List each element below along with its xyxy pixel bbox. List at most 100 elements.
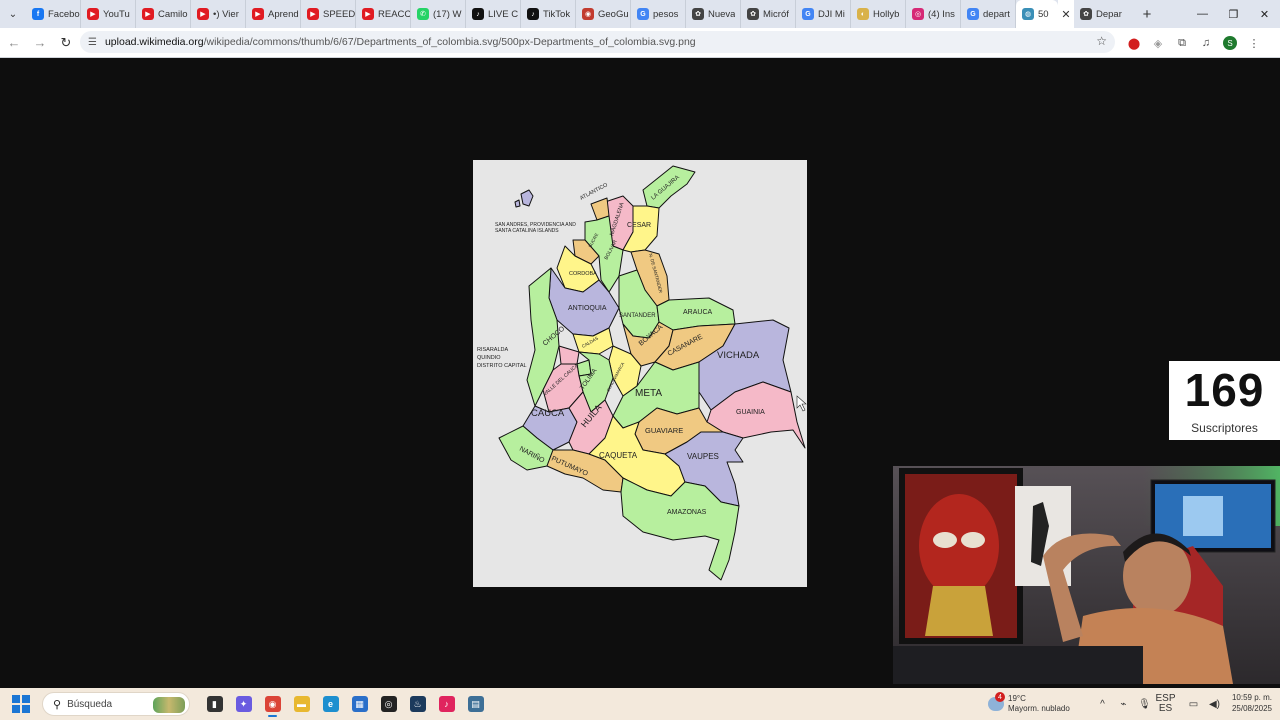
search-highlight-image	[153, 697, 185, 713]
tab[interactable]: ✿ Nueva	[686, 0, 741, 28]
taskbar-app-edge[interactable]: e	[316, 690, 345, 718]
extension-icon[interactable]: ◈	[1146, 32, 1170, 54]
clock-date: 25/08/2025	[1231, 704, 1272, 713]
tab-favicon-icon: ♪	[527, 8, 539, 20]
tab[interactable]: Gdepart	[961, 0, 1016, 28]
taskbar-apps: ▮ ✦ ◉ ▬ e ▦ ◎ ♨ ♪ ▤	[200, 690, 490, 718]
tab[interactable]: Gpesos	[631, 0, 686, 28]
address-bar[interactable]: ☰ upload.wikimedia.org/wikipedia/commons…	[80, 31, 1115, 53]
label-cauca: CAUCA	[531, 408, 565, 419]
profile-avatar[interactable]: S	[1223, 36, 1237, 50]
menu-kebab-icon[interactable]: ⋮	[1242, 32, 1266, 54]
tab-favicon-icon: G	[967, 8, 979, 20]
tab-active[interactable]: ◍ 50	[1016, 0, 1058, 28]
url-text[interactable]: upload.wikimedia.org/wikipedia/commons/t…	[105, 36, 696, 48]
language-indicator[interactable]: ESP ES	[1155, 694, 1183, 714]
tab[interactable]: G DJI Mi	[796, 0, 851, 28]
tray-overflow-icon[interactable]: ^	[1092, 699, 1113, 710]
tab-favicon-icon: G	[802, 8, 814, 20]
subscriber-count: 169	[1184, 364, 1265, 416]
clock[interactable]: 10:59 p. m. 25/08/2025	[1232, 692, 1272, 714]
tab[interactable]: ◐ Hollyb	[851, 0, 906, 28]
puzzle-icon[interactable]: ⧉	[1170, 32, 1194, 54]
close-window-icon[interactable]: ✕	[1249, 0, 1280, 28]
colombia-departments-map: ATLANTICO LA GUAJIRA MAGDALENA CESAR SAN…	[473, 160, 807, 587]
label-arauca: ARAUCA	[683, 309, 713, 316]
region-risaralda	[558, 345, 580, 365]
label-meta: META	[635, 388, 662, 399]
taskbar-app-chrome[interactable]: ◉	[258, 690, 287, 718]
tab[interactable]: ✿ Micróf	[741, 0, 796, 28]
tab-label: •) Vier	[213, 8, 239, 20]
extensions-area: ⬤ ◈ ⧉ ♫ S ⋮	[1122, 32, 1266, 54]
taskbar-app-copilot[interactable]: ✦	[229, 690, 258, 718]
tab[interactable]: ▶ •) Vier	[191, 0, 246, 28]
label-san-andres-2: SANTA CATALINA ISLANDS	[495, 228, 559, 234]
tab[interactable]: ◎ (4) Ins	[906, 0, 961, 28]
label-vaupes: VAUPES	[687, 452, 719, 461]
label-antioquia: ANTIOQUIA	[568, 305, 607, 312]
store-icon: ▦	[351, 696, 368, 712]
mouse-cursor-icon	[796, 395, 807, 412]
taskbar-app-steam[interactable]: ♨	[403, 690, 432, 718]
bookmark-star-icon[interactable]: ☆	[1096, 34, 1107, 48]
copilot-icon: ✦	[235, 696, 252, 712]
san-andres-islands	[520, 189, 534, 207]
display-icon[interactable]: ▭	[1183, 699, 1204, 710]
tab[interactable]: ▶ Camilo	[136, 0, 191, 28]
tab-favicon-icon: ◎	[912, 8, 924, 20]
new-tab-button[interactable]: +	[1135, 0, 1159, 28]
window-controls: — ❐ ✕	[1187, 0, 1280, 28]
taskbar-app-obs[interactable]: ◎	[374, 690, 403, 718]
label-distrito-capital: DISTRITO CAPITAL	[477, 363, 527, 369]
active-tab-favicon-icon: ◍	[1022, 8, 1034, 20]
network-icon[interactable]: ⌁	[1113, 699, 1134, 710]
start-button[interactable]	[12, 695, 30, 713]
tab[interactable]: f Facebo	[26, 0, 81, 28]
site-info-icon[interactable]: ☰	[88, 37, 97, 48]
back-icon[interactable]: ←	[2, 31, 26, 55]
taskbar-app-tiktok-app[interactable]: ♪	[432, 690, 461, 718]
label-santander: SANTANDER	[619, 313, 656, 319]
subscriber-counter: 169 Suscriptores	[1169, 361, 1280, 440]
tab-after-active[interactable]: ✿ Depar	[1074, 0, 1129, 28]
restore-icon[interactable]: ❐	[1218, 0, 1249, 28]
tab-search-chevron-icon[interactable]: ⌄	[0, 0, 26, 28]
minimize-icon[interactable]: —	[1187, 0, 1218, 28]
media-control-icon[interactable]: ♫	[1194, 32, 1218, 54]
reload-icon[interactable]: ↻	[54, 31, 78, 55]
weather-widget[interactable]: 4 19°C Mayorm. nublado	[988, 691, 1070, 717]
forward-icon[interactable]: →	[28, 31, 52, 55]
tab-label: LIVE C	[488, 8, 519, 20]
tab[interactable]: ♪ LIVE C	[466, 0, 521, 28]
tab[interactable]: ▶ SPEED	[301, 0, 356, 28]
taskbar-app-folder[interactable]: ▬	[287, 690, 316, 718]
microphone-icon[interactable]: 🎙	[1134, 699, 1155, 710]
tab-favicon-icon: ▶	[252, 8, 264, 20]
tab-label: REACC	[378, 8, 410, 20]
tab[interactable]: ▶ YouTu	[81, 0, 136, 28]
url-domain: upload.wikimedia.org	[104, 36, 204, 48]
tab[interactable]: ▶ REACC	[356, 0, 411, 28]
after-tab-favicon-icon: ✿	[1080, 8, 1092, 20]
tab-favicon-icon: ◉	[582, 8, 594, 20]
volume-icon[interactable]: ◀)	[1204, 699, 1225, 710]
tab-label: Hollyb	[873, 8, 900, 20]
taskbar-app-store[interactable]: ▦	[345, 690, 374, 718]
taskbar-search[interactable]: ⚲ Búsqueda	[42, 692, 190, 716]
taskbar-app-calculator[interactable]: ▤	[461, 690, 490, 718]
tab[interactable]: ▶ Aprend	[246, 0, 301, 28]
label-guaviare: GUAVIARE	[645, 426, 683, 435]
tab-label: SPEED	[323, 8, 355, 20]
clock-time: 10:59 p. m.	[1231, 693, 1272, 702]
tab-favicon-icon: ▶	[197, 8, 209, 20]
tab-label: Camilo	[158, 8, 188, 20]
tab[interactable]: ♪ TikTok	[521, 0, 576, 28]
tab[interactable]: ✆ (17) W	[411, 0, 466, 28]
tab-close-icon[interactable]: ✕	[1058, 0, 1074, 28]
taskbar-app-file-explorer-dark[interactable]: ▮	[200, 690, 229, 718]
search-icon: ⚲	[53, 698, 62, 711]
search-label: Búsqueda	[67, 698, 113, 710]
adblock-icon[interactable]: ⬤	[1122, 32, 1146, 54]
tab[interactable]: ◉ GeoGu	[576, 0, 631, 28]
